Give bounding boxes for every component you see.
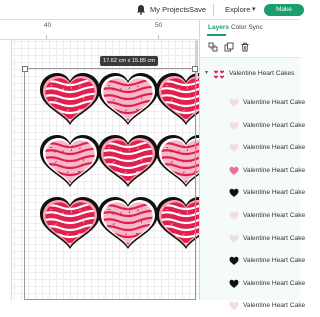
layer-row[interactable]: Valentine Heart Cake xyxy=(200,160,305,182)
layer-label: Valentine Heart Cake xyxy=(243,189,306,197)
layer-row[interactable]: Valentine Heart Cake xyxy=(200,182,305,204)
layer-row[interactable]: Valentine Heart Cake xyxy=(200,137,305,159)
tab-layers[interactable]: Layers xyxy=(208,24,229,31)
heart-layer-icon xyxy=(229,143,239,153)
layer-label: Valentine Heart Cake xyxy=(243,212,306,219)
selection-box[interactable] xyxy=(22,66,198,300)
tab-color-sync[interactable]: Color Sync xyxy=(231,24,263,31)
heart-layer-icon xyxy=(229,121,239,130)
layer-label: Valentine Heart Cake xyxy=(243,257,306,265)
layers-panel: Layers Color Sync ▾ Valentine Heart Cake… xyxy=(199,20,305,311)
dimensions-badge: 17.62 cm x 15.85 cm xyxy=(100,56,158,66)
heart-layer-icon xyxy=(229,166,239,175)
layer-label: Valentine Heart Cake xyxy=(243,144,306,152)
heart-layer-icon xyxy=(229,234,239,243)
bell-icon[interactable] xyxy=(136,4,146,15)
heart-layer-icon xyxy=(229,256,239,266)
layer-row[interactable]: Valentine Heart Cake xyxy=(200,273,305,295)
panel-tabs: Layers Color Sync xyxy=(200,20,301,36)
layer-row[interactable]: Valentine Heart Cake xyxy=(200,205,305,227)
layer-toolbar xyxy=(200,36,301,58)
explore-menu[interactable]: Explore xyxy=(225,5,250,14)
my-projects-link[interactable]: My Projects xyxy=(150,5,189,14)
chevron-down-icon[interactable]: ▾ xyxy=(205,69,208,76)
ruler-label: 50 xyxy=(155,22,163,29)
heart-layer-icon xyxy=(229,302,239,311)
layer-row[interactable]: Valentine Heart Cake xyxy=(200,250,305,272)
resize-handle[interactable] xyxy=(192,66,198,72)
layer-row[interactable]: Valentine Heart Cake xyxy=(200,228,305,250)
delete-icon[interactable] xyxy=(240,42,250,52)
layer-label: Valentine Heart Cake xyxy=(243,99,306,106)
left-ruler xyxy=(0,40,12,300)
group-thumbnail-icon xyxy=(214,70,224,79)
group-icon[interactable] xyxy=(208,42,218,52)
layer-label: Valentine Heart Cake xyxy=(243,166,306,174)
layer-label: Valentine Heart Cake xyxy=(243,234,306,242)
layer-group-label: Valentine Heart Cakes xyxy=(229,70,295,77)
heart-layer-icon xyxy=(229,189,239,198)
make-button[interactable]: Make xyxy=(264,4,304,16)
resize-handle[interactable] xyxy=(22,66,28,72)
heart-layer-icon xyxy=(229,211,239,220)
layer-group-row[interactable]: ▾ Valentine Heart Cakes xyxy=(200,66,301,82)
layer-label: Valentine Heart Cake xyxy=(243,279,306,287)
ruler-label: 40 xyxy=(44,22,52,29)
layer-row[interactable]: Valentine Heart Cake xyxy=(200,295,305,317)
layer-label: Valentine Heart Cake xyxy=(243,121,306,129)
top-ruler: 40 50 xyxy=(0,20,199,40)
heart-layer-icon xyxy=(229,98,239,107)
layer-row[interactable]: Valentine Heart Cake xyxy=(200,92,305,114)
heart-layer-icon xyxy=(229,279,239,288)
layer-label: Valentine Heart Cake xyxy=(243,302,306,310)
save-button[interactable]: Save xyxy=(189,5,206,14)
duplicate-icon[interactable] xyxy=(224,42,234,52)
divider xyxy=(213,4,214,16)
layer-row[interactable]: Valentine Heart Cake xyxy=(200,115,305,137)
top-bar: My Projects Save Explore ▾ Make xyxy=(0,0,304,20)
chevron-down-icon[interactable]: ▾ xyxy=(252,5,256,13)
